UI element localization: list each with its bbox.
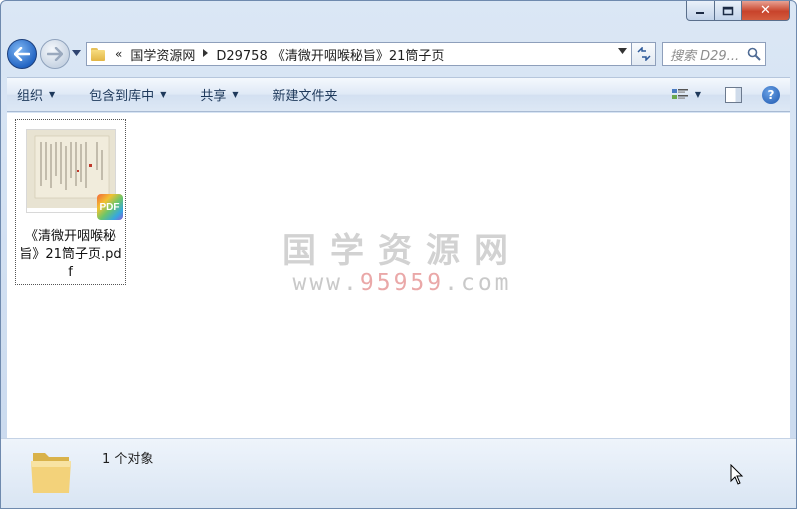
new-folder-button[interactable]: 新建文件夹 bbox=[263, 78, 348, 111]
chevron-down-icon: ▼ bbox=[232, 90, 239, 99]
pdf-badge-icon: PDF bbox=[96, 194, 123, 220]
watermark-url-highlight: 95959 bbox=[359, 270, 445, 296]
watermark-url: www.95959.com bbox=[272, 270, 532, 296]
folder-icon bbox=[91, 47, 107, 61]
search-input[interactable]: 搜索 D29... bbox=[662, 42, 766, 66]
item-count-text: 1 个对象 bbox=[102, 452, 154, 467]
include-in-library-label: 包含到库中 bbox=[89, 89, 155, 104]
organize-menu[interactable]: 组织 ▼ bbox=[7, 78, 65, 111]
close-button[interactable]: ✕ bbox=[742, 1, 790, 21]
chevron-down-icon: ▼ bbox=[694, 90, 701, 99]
forward-arrow-icon bbox=[47, 47, 63, 61]
watermark: 国学资源网 www.95959.com bbox=[272, 223, 532, 296]
explorer-window: ✕ « 国学资源网 D29758 《清微开咽喉秘旨》21筒子页 搜索 D29..… bbox=[0, 0, 797, 509]
back-arrow-icon bbox=[14, 47, 30, 61]
breadcrumb-item[interactable]: D29758 《清微开咽喉秘旨》21筒子页 bbox=[216, 45, 444, 64]
search-placeholder: 搜索 D29... bbox=[670, 48, 740, 64]
search-icon bbox=[747, 47, 761, 61]
file-name-label: 《清微开咽喉秘旨》21筒子页.pdf bbox=[19, 229, 122, 280]
back-button[interactable] bbox=[7, 39, 37, 69]
pdf-thumbnail: PDF bbox=[26, 130, 123, 220]
forward-button[interactable] bbox=[40, 39, 70, 69]
refresh-button[interactable] bbox=[632, 42, 656, 66]
include-in-library-menu[interactable]: 包含到库中 ▼ bbox=[79, 78, 176, 111]
file-list-pane[interactable]: PDF 《清微开咽喉秘旨》21筒子页.pdf 国学资源网 www.95959.c… bbox=[7, 113, 790, 438]
chevron-down-icon bbox=[72, 50, 81, 56]
share-label: 共享 bbox=[200, 89, 227, 104]
organize-label: 组织 bbox=[17, 89, 44, 104]
watermark-url-suffix: .com bbox=[444, 270, 512, 296]
address-bar[interactable]: « 国学资源网 D29758 《清微开咽喉秘旨》21筒子页 bbox=[86, 42, 632, 66]
command-bar: 组织 ▼ 包含到库中 ▼ 共享 ▼ 新建文件夹 ▼ ? bbox=[7, 77, 790, 112]
breadcrumb-overflow-button[interactable]: « bbox=[115, 47, 122, 61]
folder-icon bbox=[31, 453, 71, 493]
new-folder-label: 新建文件夹 bbox=[272, 89, 338, 104]
file-item-pdf[interactable]: PDF 《清微开咽喉秘旨》21筒子页.pdf bbox=[15, 119, 126, 285]
toolbar-right-group: ▼ ? bbox=[671, 85, 790, 104]
caption-buttons: ✕ bbox=[686, 1, 790, 23]
chevron-down-icon bbox=[618, 48, 627, 54]
maximize-icon bbox=[722, 6, 734, 15]
view-options-icon bbox=[671, 88, 688, 99]
close-icon: ✕ bbox=[760, 3, 771, 18]
breadcrumb-item[interactable]: 国学资源网 bbox=[130, 45, 195, 64]
address-dropdown-button[interactable] bbox=[618, 47, 627, 57]
refresh-icon bbox=[636, 47, 651, 61]
share-menu[interactable]: 共享 ▼ bbox=[190, 78, 248, 111]
minimize-icon bbox=[696, 11, 704, 14]
recent-pages-dropdown[interactable] bbox=[72, 49, 84, 59]
chevron-down-icon: ▼ bbox=[49, 90, 56, 99]
chevron-down-icon: ▼ bbox=[160, 90, 167, 99]
mouse-cursor-icon bbox=[730, 464, 744, 485]
preview-pane-button[interactable] bbox=[725, 86, 742, 103]
breadcrumb-separator-icon[interactable] bbox=[203, 48, 209, 60]
change-view-button[interactable]: ▼ bbox=[671, 88, 701, 102]
watermark-title: 国学资源网 bbox=[282, 231, 522, 271]
status-bar: 1 个对象 bbox=[1, 438, 796, 508]
maximize-button[interactable] bbox=[715, 1, 742, 21]
minimize-button[interactable] bbox=[686, 1, 715, 21]
navigation-row: « 国学资源网 D29758 《清微开咽喉秘旨》21筒子页 搜索 D29... bbox=[7, 35, 790, 73]
watermark-url-prefix: www. bbox=[292, 270, 360, 296]
help-button[interactable]: ? bbox=[762, 85, 780, 104]
